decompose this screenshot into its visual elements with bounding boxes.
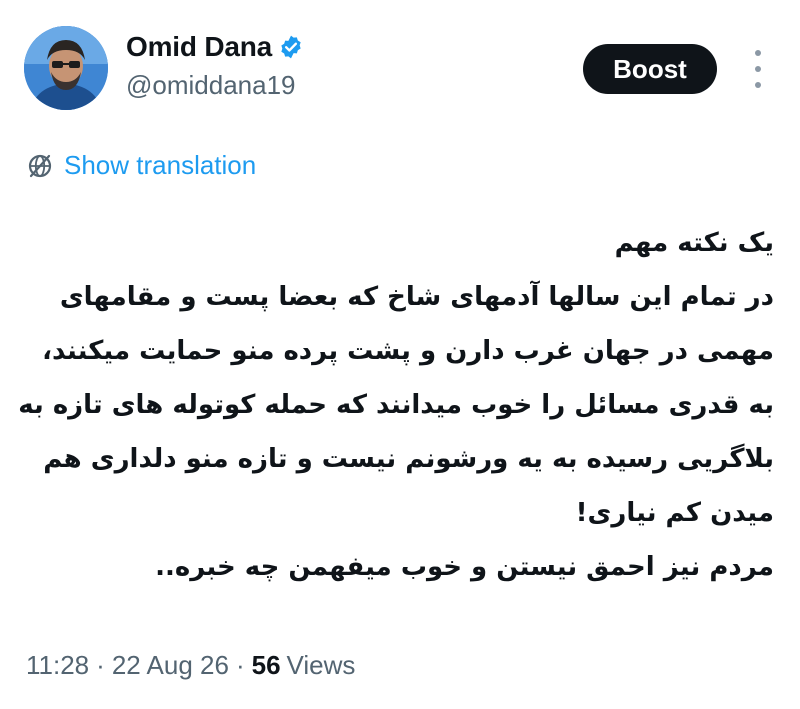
tweet-date[interactable]: 22 Aug 26: [112, 650, 229, 681]
meta-separator: ·: [235, 650, 245, 680]
globe-icon: [28, 154, 52, 177]
tweet-line: میدن کم نیاری!: [575, 498, 774, 528]
tweet-header: Omid Dana @omiddana19 Boost: [0, 0, 800, 130]
tweet-line: در تمام این سالها آدمهای شاخ که بعضا پست…: [59, 282, 774, 312]
more-dot: [755, 66, 761, 72]
tweet-line: به قدری مسائل را خوب میدانند که حمله کوت…: [18, 390, 774, 420]
more-dot: [755, 50, 761, 56]
show-translation-label: Show translation: [64, 150, 257, 180]
tweet-metadata: 11:28 · 22 Aug 26 · 56 Views: [26, 650, 355, 681]
tweet-line: بلاگریی رسیده به یه ورشونم نیست و تازه م…: [43, 444, 774, 474]
more-vertical-icon[interactable]: [748, 50, 768, 88]
views-label: Views: [286, 650, 356, 680]
more-dot: [755, 82, 761, 88]
boost-button[interactable]: Boost: [583, 44, 717, 94]
tweet-line: مهمی در جهان غرب دارن و پشت پرده منو حما…: [42, 336, 774, 366]
avatar[interactable]: [24, 26, 108, 110]
author-info: Omid Dana @omiddana19: [126, 30, 304, 101]
meta-separator: ·: [96, 650, 105, 680]
username-handle[interactable]: @omiddana19: [126, 70, 304, 101]
tweet-line: یک نکته مهم: [614, 228, 774, 258]
verified-badge-icon: [281, 35, 301, 59]
avatar-photo-icon: [24, 26, 108, 110]
display-name[interactable]: Omid Dana: [126, 31, 272, 63]
views-count[interactable]: 56: [252, 650, 281, 681]
show-translation-link[interactable]: Show translation: [26, 150, 256, 181]
tweet-body: یک نکته مهم در تمام این سالها آدمهای شاخ…: [18, 216, 774, 594]
tweet-line: مردم نیز احمق نیستن و خوب میفهمن چه خبره…: [155, 552, 774, 582]
display-name-row: Omid Dana: [126, 30, 304, 64]
tweet-time[interactable]: 11:28: [26, 650, 89, 681]
